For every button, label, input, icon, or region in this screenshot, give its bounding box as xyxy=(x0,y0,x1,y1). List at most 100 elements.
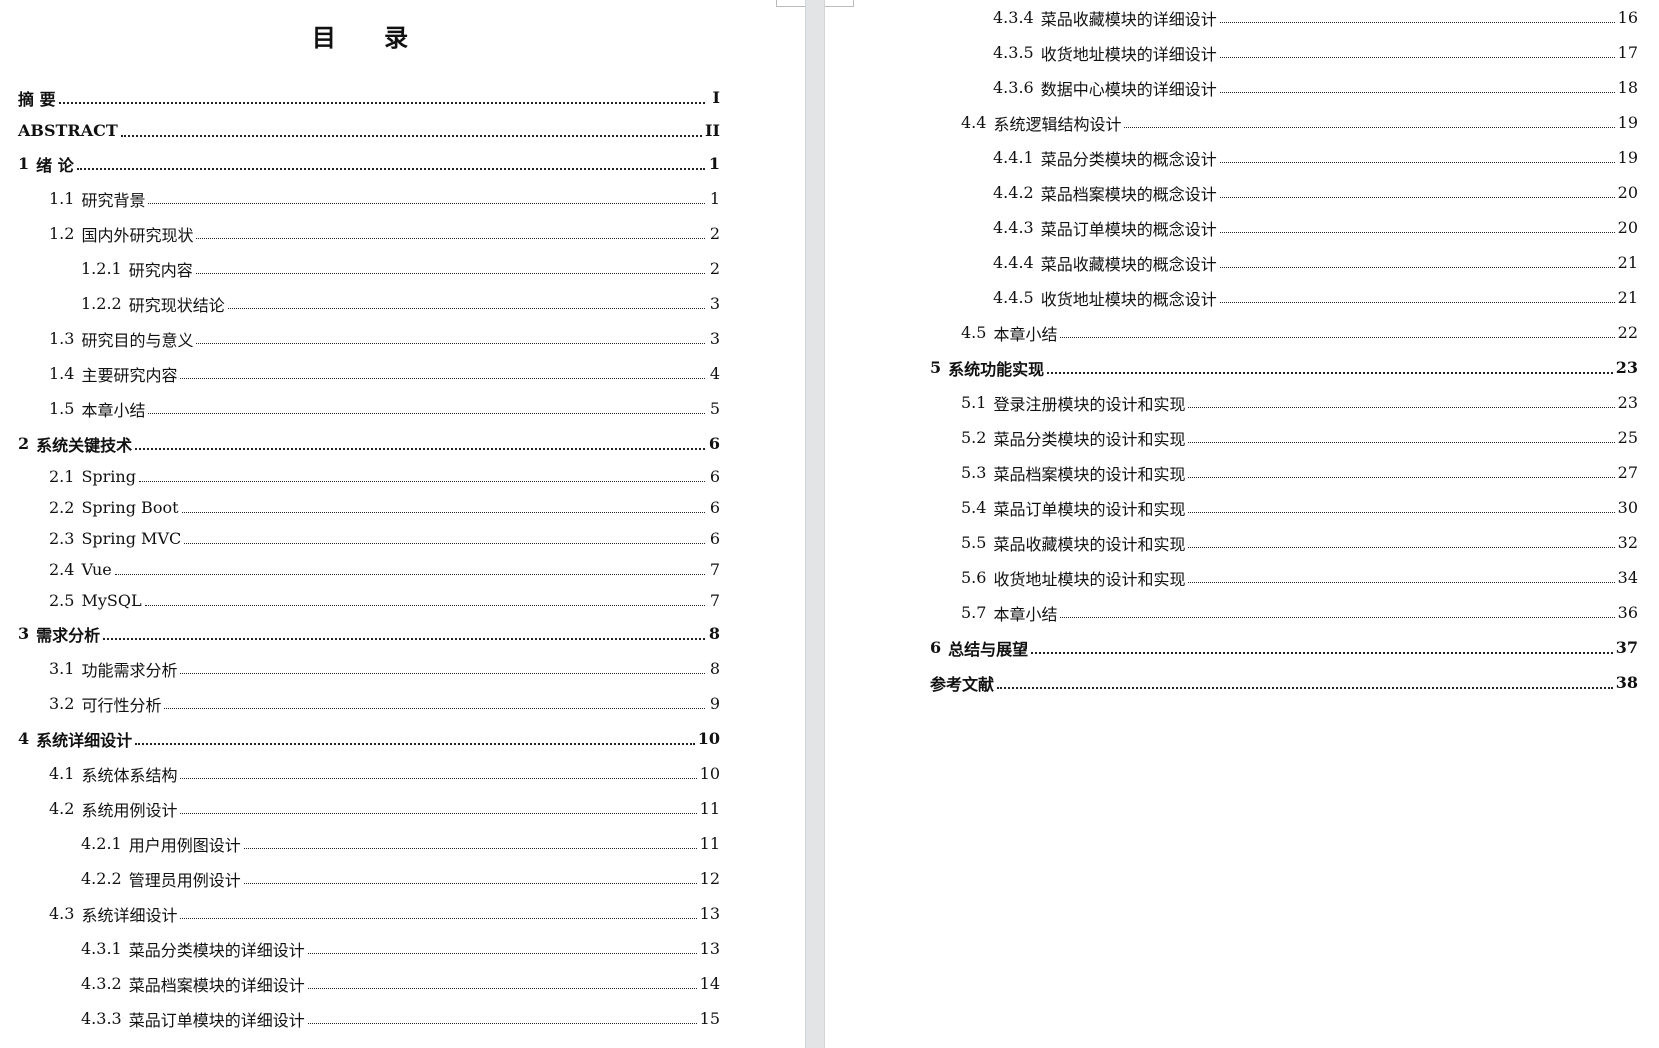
toc-entry[interactable]: 4.2.2 管理员用例设计 12 xyxy=(18,861,720,896)
toc-entry[interactable]: 4.3 系统详细设计 13 xyxy=(18,896,720,931)
toc-entry[interactable]: ABSTRACT II xyxy=(18,115,720,146)
toc-entry[interactable]: 1.5 本章小结 5 xyxy=(18,391,720,426)
toc-entry-page: 21 xyxy=(1617,253,1638,272)
toc-entry[interactable]: 2.5 MySQL 7 xyxy=(18,585,720,616)
toc-entry-number: 2.3 xyxy=(49,529,75,548)
toc-entry-page: 15 xyxy=(699,1009,720,1028)
toc-entry-title: 用户用例图设计 xyxy=(128,835,241,855)
toc-entry-number: 4.4.3 xyxy=(993,218,1034,237)
toc-entry-number: 5.6 xyxy=(961,568,987,587)
toc-entry-page: 32 xyxy=(1617,533,1638,552)
dot-leader xyxy=(307,988,697,989)
dot-leader xyxy=(1188,512,1615,513)
toc-entry[interactable]: 1.2.1 研究内容 2 xyxy=(18,251,720,286)
toc-entry[interactable]: 2.4 Vue 7 xyxy=(18,554,720,585)
toc-entry-number: 1.2 xyxy=(49,224,75,243)
toc-entry[interactable]: 3.2 可行性分析 9 xyxy=(18,686,720,721)
toc-entry-title: 菜品档案模块的详细设计 xyxy=(128,975,305,995)
toc-entry[interactable]: 4 系统详细设计 10 xyxy=(18,721,720,756)
toc-entry-title: 数据中心模块的详细设计 xyxy=(1040,79,1217,99)
toc-entry-title: MySQL xyxy=(81,591,142,610)
toc-entry-number: 1.2.1 xyxy=(81,259,122,278)
toc-entry[interactable]: 5.6 收货地址模块的设计和实现 34 xyxy=(930,560,1638,595)
toc-entry[interactable]: 5.2 菜品分类模块的设计和实现 25 xyxy=(930,420,1638,455)
toc-entry[interactable]: 4.4 系统逻辑结构设计 19 xyxy=(930,105,1638,140)
toc-entry[interactable]: 5 系统功能实现 23 xyxy=(930,350,1638,385)
toc-entry-number: 5.4 xyxy=(961,498,987,517)
toc-entry[interactable]: 4.1 系统体系结构 10 xyxy=(18,756,720,791)
toc-entry[interactable]: 4.3.1 菜品分类模块的详细设计 13 xyxy=(18,931,720,966)
toc-entry-title: 系统详细设计 xyxy=(36,730,133,750)
toc-entry-number: 5.1 xyxy=(961,393,987,412)
toc-entry-title: 参考文献 xyxy=(930,674,995,694)
toc-entry[interactable]: 5.4 菜品订单模块的设计和实现 30 xyxy=(930,490,1638,525)
toc-entry-number: 5.7 xyxy=(961,603,987,622)
toc-entry-number: 3.1 xyxy=(49,659,75,678)
toc-entry-title: Spring xyxy=(81,467,136,486)
toc-entry-page: 9 xyxy=(709,694,720,713)
toc-entry-title: 管理员用例设计 xyxy=(128,870,241,890)
dot-leader xyxy=(184,543,705,544)
toc-entry-number: 4.2 xyxy=(49,799,75,818)
toc-entry[interactable]: 5.1 登录注册模块的设计和实现 23 xyxy=(930,385,1638,420)
toc-entry[interactable]: 4.4.4 菜品收藏模块的概念设计 21 xyxy=(930,245,1638,280)
dot-leader xyxy=(1047,371,1613,374)
toc-entry[interactable]: 2.1 Spring 6 xyxy=(18,461,720,492)
dot-leader xyxy=(1219,302,1615,303)
toc-entry[interactable]: 2.3 Spring MVC 6 xyxy=(18,523,720,554)
toc-entry-title: 摘 要 xyxy=(18,89,56,109)
toc-entry[interactable]: 5.3 菜品档案模块的设计和实现 27 xyxy=(930,455,1638,490)
toc-entry[interactable]: 1.2 国内外研究现状 2 xyxy=(18,216,720,251)
toc-entry[interactable]: 4.4.5 收货地址模块的概念设计 21 xyxy=(930,280,1638,315)
toc-entry[interactable]: 4.2 系统用例设计 11 xyxy=(18,791,720,826)
toc-entry[interactable]: 1.1 研究背景 1 xyxy=(18,181,720,216)
toc-entry[interactable]: 4.3.5 收货地址模块的详细设计 17 xyxy=(930,35,1638,70)
toc-entry-title: 系统功能实现 xyxy=(948,359,1045,379)
toc-entry-page: 19 xyxy=(1617,148,1638,167)
toc-entry-page: 1 xyxy=(709,189,720,208)
toc-entry[interactable]: 1.4 主要研究内容 4 xyxy=(18,356,720,391)
toc-entry[interactable]: 2.2 Spring Boot 6 xyxy=(18,492,720,523)
toc-entry-number: 2 xyxy=(18,434,30,453)
toc-entry[interactable]: 6 总结与展望 37 xyxy=(930,630,1638,665)
toc-list-left: 摘 要 I ABSTRACT II 1 绪 论 1 1.1 研究背景 1 1.2 国内外研究现状 2 1.… xyxy=(18,80,720,1036)
toc-entry[interactable]: 4.4.3 菜品订单模块的概念设计 20 xyxy=(930,210,1638,245)
toc-entry[interactable]: 4.3.4 菜品收藏模块的详细设计 16 xyxy=(930,0,1638,35)
toc-entry-page: 20 xyxy=(1617,183,1638,202)
toc-entry-page: 17 xyxy=(1617,43,1638,62)
toc-entry[interactable]: 4.4.2 菜品档案模块的概念设计 20 xyxy=(930,175,1638,210)
toc-entry[interactable]: 参考文献 38 xyxy=(930,665,1638,700)
toc-entry-number: 6 xyxy=(930,638,942,657)
toc-entry[interactable]: 4.3.2 菜品档案模块的详细设计 14 xyxy=(18,966,720,1001)
dot-leader xyxy=(243,883,697,884)
toc-entry-page: 13 xyxy=(699,939,720,958)
toc-page-right: 4.3.4 菜品收藏模块的详细设计 16 4.3.5 收货地址模块的详细设计 17 4.3.… xyxy=(825,0,1659,1048)
toc-entry-number: 4.4.5 xyxy=(993,288,1034,307)
toc-entry[interactable]: 2 系统关键技术 6 xyxy=(18,426,720,461)
toc-entry-number: 4.3.4 xyxy=(993,8,1034,27)
toc-entry[interactable]: 3.1 功能需求分析 8 xyxy=(18,651,720,686)
toc-entry[interactable]: 1.3 研究目的与意义 3 xyxy=(18,321,720,356)
toc-entry[interactable]: 5.7 本章小结 36 xyxy=(930,595,1638,630)
toc-entry[interactable]: 4.3.3 菜品订单模块的详细设计 15 xyxy=(18,1001,720,1036)
toc-entry-page: 23 xyxy=(1617,393,1638,412)
toc-entry[interactable]: 1 绪 论 1 xyxy=(18,146,720,181)
toc-entry[interactable]: 摘 要I xyxy=(18,80,720,115)
page-corner-mark xyxy=(825,0,854,7)
toc-entry[interactable]: 5.5 菜品收藏模块的设计和实现 32 xyxy=(930,525,1638,560)
toc-entry-page: 19 xyxy=(1617,113,1638,132)
toc-entry[interactable]: 4.3.6 数据中心模块的详细设计 18 xyxy=(930,70,1638,105)
toc-entry-title: 研究目的与意义 xyxy=(81,330,194,350)
dot-leader xyxy=(243,848,697,849)
toc-entry-page: 16 xyxy=(1617,8,1638,27)
toc-entry[interactable]: 1.2.2 研究现状结论 3 xyxy=(18,286,720,321)
dot-leader xyxy=(196,238,705,239)
dot-leader xyxy=(180,673,705,674)
toc-entry[interactable]: 3 需求分析 8 xyxy=(18,616,720,651)
toc-entry-number: 4.3.2 xyxy=(81,974,122,993)
toc-entry[interactable]: 4.2.1 用户用例图设计 11 xyxy=(18,826,720,861)
toc-entry[interactable]: 4.4.1 菜品分类模块的概念设计 19 xyxy=(930,140,1638,175)
toc-entry-number: 4.4.4 xyxy=(993,253,1034,272)
toc-entry-page: 3 xyxy=(709,294,720,313)
toc-entry[interactable]: 4.5 本章小结 22 xyxy=(930,315,1638,350)
